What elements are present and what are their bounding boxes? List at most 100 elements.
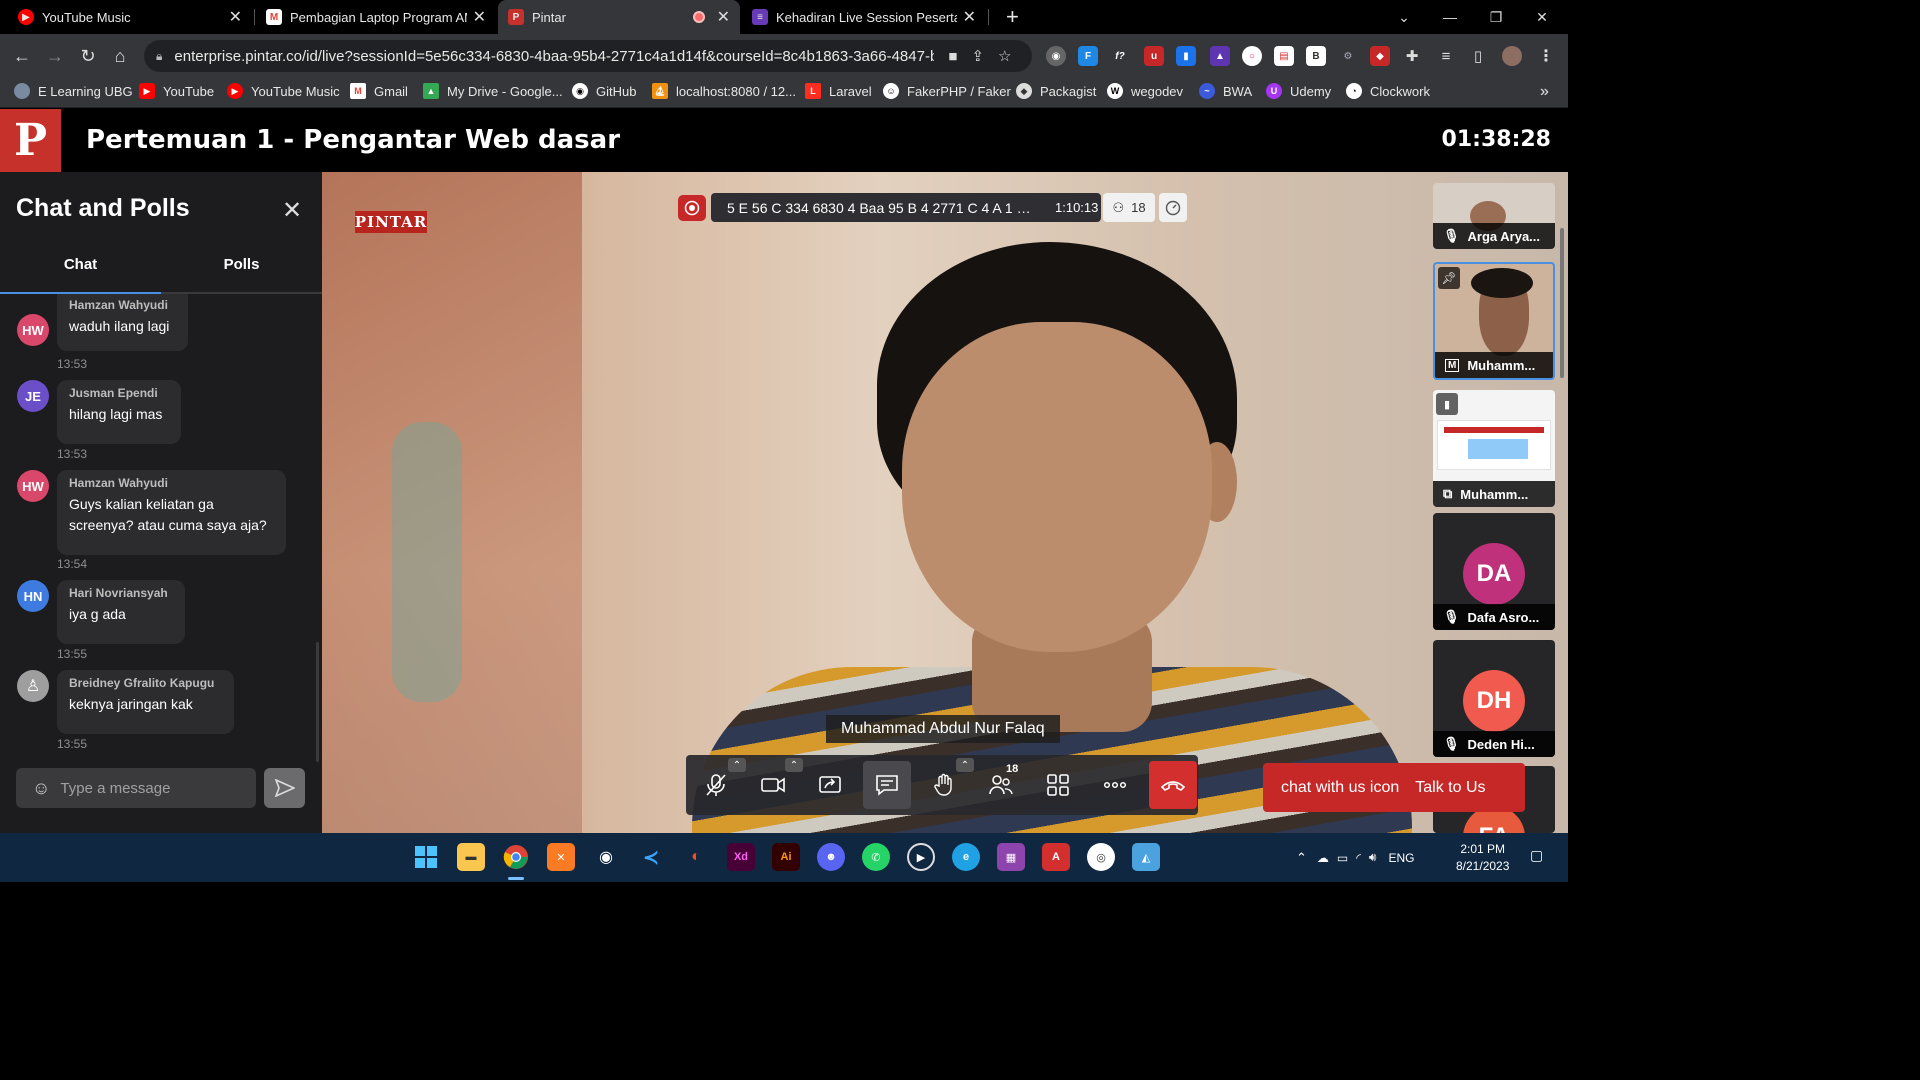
wifi-icon[interactable]: ◜ xyxy=(1356,851,1361,865)
file-explorer-icon[interactable]: ▬ xyxy=(457,843,485,871)
bookmark-item[interactable]: ~ BWA xyxy=(1199,83,1252,99)
bookmark-item[interactable]: ☺ FakerPHP / Faker xyxy=(883,83,1011,99)
figma-icon[interactable]: ◐ xyxy=(682,843,710,871)
share-screen-button[interactable] xyxy=(806,761,854,809)
close-panel-icon[interactable]: ✕ xyxy=(282,196,302,225)
home-icon[interactable]: ⌂ xyxy=(108,44,132,68)
share-icon[interactable]: ⇪ xyxy=(971,47,984,65)
bookmark-item[interactable]: ▶ YouTube Music xyxy=(227,83,340,99)
message-input[interactable]: ☺ Type a message xyxy=(16,768,256,808)
b-extension-icon[interactable]: B xyxy=(1306,46,1326,66)
bookmark-item[interactable]: ◉ GitHub xyxy=(572,83,636,99)
minimize-icon[interactable]: — xyxy=(1427,0,1473,34)
mic-options-caret[interactable]: ⌃ xyxy=(728,758,746,772)
system-clock[interactable]: 2:01 PM 8/21/2023 xyxy=(1456,841,1509,875)
bookmark-star-icon[interactable]: ☆ xyxy=(998,47,1011,65)
participant-tile-screen[interactable]: ▮ ⧉ Muhamm... xyxy=(1433,390,1555,507)
docs-extension-icon[interactable]: ▮ xyxy=(1176,46,1196,66)
tab-polls[interactable]: Polls xyxy=(161,256,322,273)
browser-tab-pintar[interactable]: P Pintar ✕ xyxy=(498,0,740,34)
bookmark-item[interactable]: ◔ Clockwork xyxy=(1346,83,1430,99)
language-indicator[interactable]: ENG xyxy=(1388,851,1414,865)
xampp-icon[interactable]: ✕ xyxy=(547,843,575,871)
reactions-options-caret[interactable]: ⌃ xyxy=(956,758,974,772)
function-extension-icon[interactable]: f? xyxy=(1110,46,1130,66)
leave-button[interactable] xyxy=(1149,761,1197,809)
restore-icon[interactable]: ❐ xyxy=(1473,0,1519,34)
notes-extension-icon[interactable]: ▤ xyxy=(1274,46,1294,66)
bookmarks-overflow-button[interactable]: » xyxy=(1540,83,1549,101)
participant-tile-active[interactable]: 📌︎ M Muhamm... xyxy=(1433,262,1555,380)
side-panel-icon[interactable]: ▯ xyxy=(1468,46,1488,66)
bookmark-item[interactable]: M Gmail xyxy=(350,83,408,99)
close-tab-icon[interactable]: ✕ xyxy=(229,7,242,27)
bookmark-item[interactable]: ⛵︎ localhost:8080 / 12... xyxy=(652,83,796,99)
participants-button[interactable]: 18 xyxy=(977,761,1025,809)
notification-icon[interactable]: ▢ xyxy=(1530,847,1543,864)
pin-icon[interactable]: 📌︎ xyxy=(1438,267,1460,289)
bookmark-item[interactable]: E Learning UBG xyxy=(14,83,133,99)
bookmark-item[interactable]: ◆ Packagist xyxy=(1016,83,1096,99)
close-window-icon[interactable]: ✕ xyxy=(1519,0,1565,34)
battery-icon[interactable]: ▭ xyxy=(1337,851,1348,865)
media-player-icon[interactable]: ▶ xyxy=(907,843,935,871)
volume-icon[interactable]: 🔊︎ xyxy=(1369,850,1377,865)
whatsapp-icon[interactable]: ✆ xyxy=(862,843,890,871)
browser-tab-gmail[interactable]: M Pembagian Laptop Program AMM ✕ xyxy=(256,0,496,34)
network-stats-button[interactable] xyxy=(1159,193,1187,222)
participant-count[interactable]: ⚇ 18 xyxy=(1103,193,1155,222)
browser-tab-kehadiran[interactable]: ≡ Kehadiran Live Session Peserta D ✕ xyxy=(742,0,986,34)
edge-icon[interactable]: e xyxy=(952,843,980,871)
lock-icon[interactable]: 🔒︎ xyxy=(156,49,162,64)
emoji-icon[interactable]: ☺ xyxy=(32,778,50,799)
extension-icon[interactable]: ◉ xyxy=(1046,46,1066,66)
reload-icon[interactable]: ↻ xyxy=(76,44,100,68)
extensions-puzzle-icon[interactable]: ✚ xyxy=(1402,46,1422,66)
bookmark-item[interactable]: ▲ My Drive - Google... xyxy=(423,83,563,99)
obs-icon[interactable]: ◎ xyxy=(1087,843,1115,871)
discord-icon[interactable]: ☻ xyxy=(817,843,845,871)
vscode-icon[interactable]: ≺ xyxy=(637,843,665,871)
onedrive-icon[interactable]: ☁ xyxy=(1317,851,1329,865)
photos-icon[interactable]: ◭ xyxy=(1132,843,1160,871)
profile-avatar-icon[interactable] xyxy=(1502,46,1522,66)
bookmark-item[interactable]: L Laravel xyxy=(805,83,872,99)
more-button[interactable] xyxy=(1091,761,1139,809)
camera-in-use-icon[interactable]: ■ xyxy=(948,48,957,65)
bookmark-item[interactable]: ▶ YouTube xyxy=(139,83,214,99)
participant-tile[interactable]: DH 🎙︎ Deden Hi... xyxy=(1433,640,1555,757)
chat-button[interactable] xyxy=(863,761,911,809)
send-button[interactable] xyxy=(264,768,305,808)
recording-button[interactable] xyxy=(678,195,706,221)
address-bar[interactable]: 🔒︎ enterprise.pintar.co/id/live?sessionI… xyxy=(144,40,1032,72)
shield-extension-icon[interactable]: ◆ xyxy=(1370,46,1390,66)
bookmark-item[interactable]: Wwegodev xyxy=(1107,83,1183,99)
browser-menu-icon[interactable]: ⋮ xyxy=(1536,46,1556,66)
steam-icon[interactable]: ◉ xyxy=(592,843,620,871)
gear-extension-icon[interactable]: ⚙ xyxy=(1338,46,1358,66)
talk-to-us-button[interactable]: chat with us icon Talk to Us xyxy=(1263,763,1525,812)
acrobat-icon[interactable]: A xyxy=(1042,843,1070,871)
hat-extension-icon[interactable]: ▲ xyxy=(1210,46,1230,66)
adobe-xd-icon[interactable]: Xd xyxy=(727,843,755,871)
close-tab-icon[interactable]: ✕ xyxy=(963,7,976,27)
windows-start-icon[interactable] xyxy=(412,843,440,871)
participant-tile[interactable]: 🎙︎ Arga Arya... xyxy=(1433,183,1555,249)
chat-message-list[interactable]: HW Hamzan Wahyudi waduh ilang lagi 13:53… xyxy=(0,294,322,754)
media-control-icon[interactable]: ≡ xyxy=(1436,46,1456,66)
close-tab-icon[interactable]: ✕ xyxy=(717,7,730,27)
close-tab-icon[interactable]: ✕ xyxy=(473,7,486,27)
chat-scrollbar[interactable] xyxy=(316,642,319,762)
new-tab-button[interactable]: + xyxy=(996,0,1026,34)
browser-tab-youtube-music[interactable]: ▶ YouTube Music ✕ xyxy=(8,0,252,34)
color-picker-extension-icon[interactable]: ○ xyxy=(1242,46,1262,66)
participant-tile[interactable]: DA 🎙︎ Dafa Asro... xyxy=(1433,513,1555,630)
back-icon[interactable]: ← xyxy=(10,44,34,68)
chrome-icon[interactable] xyxy=(502,843,530,871)
camera-options-caret[interactable]: ⌃ xyxy=(785,758,803,772)
winrar-icon[interactable]: ▦ xyxy=(997,843,1025,871)
tab-search-icon[interactable]: ⌄ xyxy=(1381,0,1427,34)
ublock-extension-icon[interactable]: u xyxy=(1144,46,1164,66)
chevron-up-icon[interactable]: ⌃ xyxy=(1296,850,1307,866)
layout-button[interactable] xyxy=(1034,761,1082,809)
